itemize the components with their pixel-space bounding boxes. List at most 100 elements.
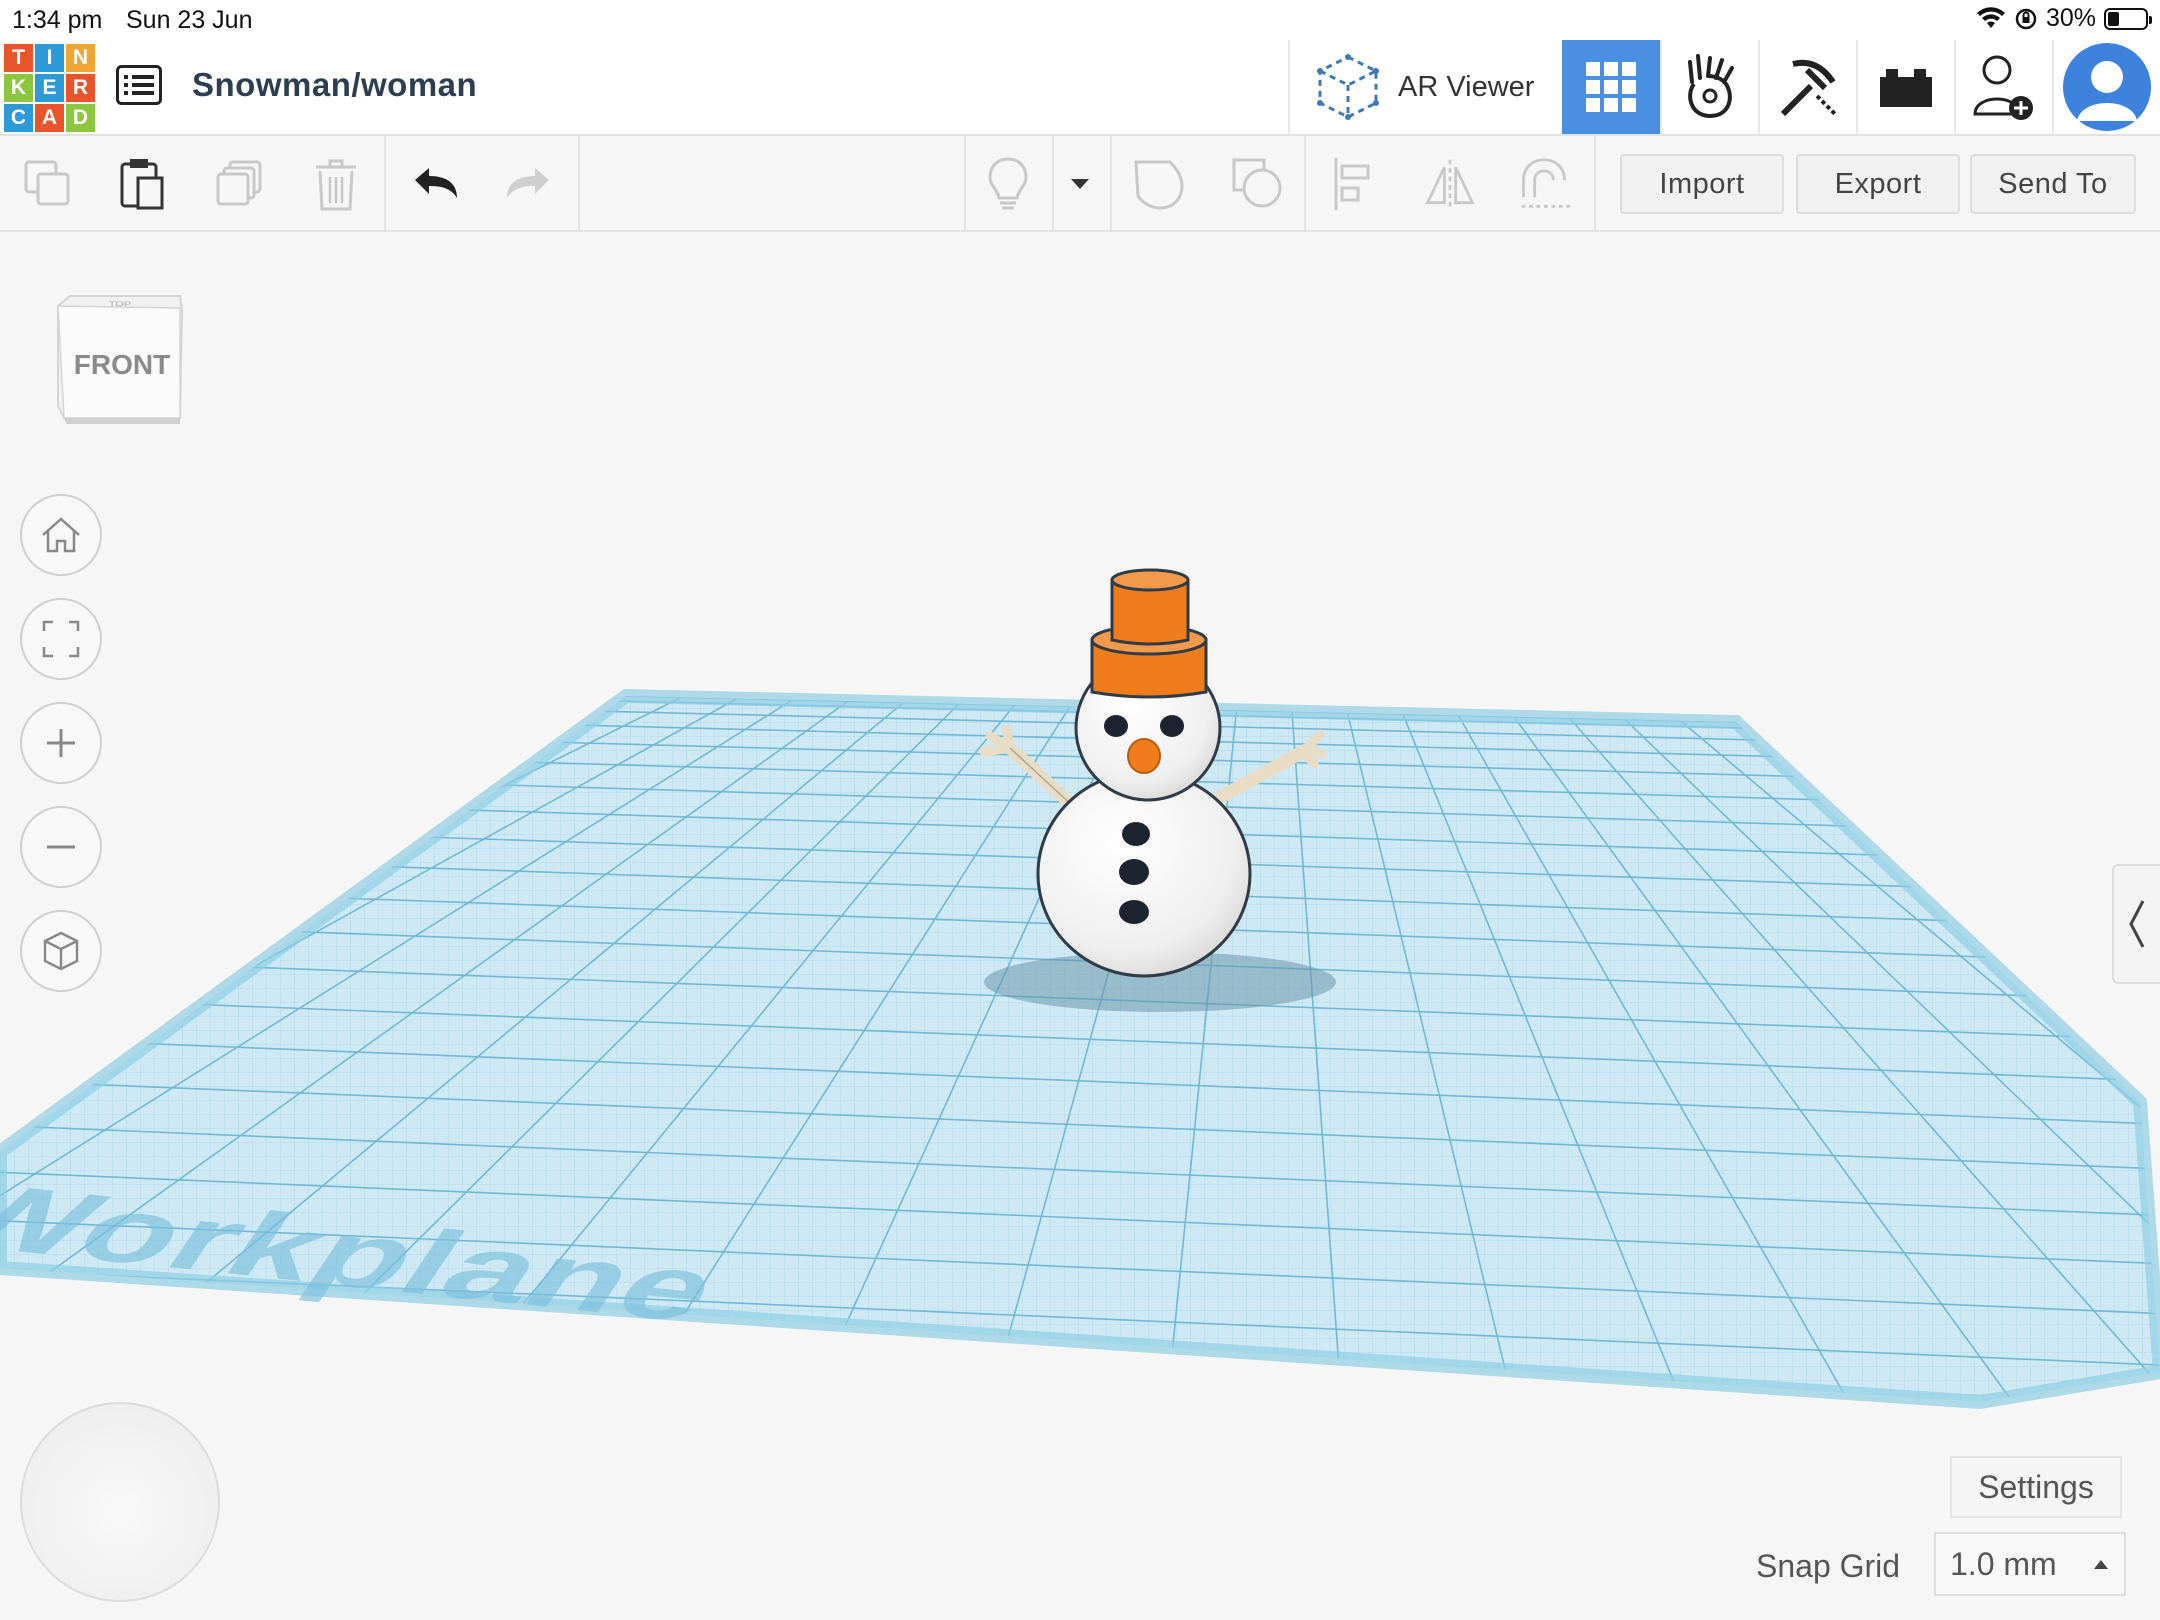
status-date: Sun 23 Jun (126, 6, 253, 34)
view-cube[interactable]: TOP FRONT (54, 294, 186, 426)
home-icon (42, 517, 80, 553)
header-divider (1288, 40, 1290, 134)
status-time: 1:34 pm (12, 6, 103, 34)
snap-grid-label: Snap Grid (1756, 1548, 1901, 1584)
cruise-magnet-button[interactable] (1516, 156, 1572, 212)
logo-letter: E (35, 74, 64, 102)
workplane-canvas[interactable]: Workplane (0, 232, 2160, 1620)
status-bar: 1:34 pm Sun 23 Jun 30% (0, 0, 2160, 40)
design-list-button[interactable] (112, 58, 166, 112)
toolbar-separator (578, 136, 580, 230)
battery-percent: 30% (2045, 4, 2096, 32)
redo-icon (507, 168, 549, 198)
wifi-icon (1976, 6, 2005, 28)
orbit-joystick[interactable] (20, 1402, 220, 1602)
battery-icon (2104, 7, 2152, 30)
chevron-left-icon (2129, 900, 2145, 948)
home-view-button[interactable] (20, 494, 102, 576)
shapes-panel-toggle[interactable] (2112, 864, 2160, 984)
paste-button[interactable] (114, 156, 170, 212)
design-title[interactable]: Snowman/woman (192, 66, 477, 104)
delete-button[interactable] (308, 156, 364, 212)
export-button[interactable]: Export (1796, 154, 1960, 214)
undo-icon (415, 168, 457, 198)
copy-icon (24, 160, 70, 206)
snowman-eye (1160, 715, 1184, 737)
mirror-button[interactable] (1422, 156, 1478, 212)
logo-letter: T (4, 44, 33, 72)
import-button[interactable]: Import (1620, 154, 1784, 214)
app-header: TIN KER CAD Snowman/woman AR Viewer (0, 40, 2160, 136)
fit-view-button[interactable] (20, 598, 102, 680)
caret-up-icon (2094, 1560, 2108, 1569)
duplicate-button[interactable] (212, 156, 268, 212)
workplane-grid (0, 696, 2160, 1402)
zoom-in-button[interactable] (20, 702, 102, 784)
design-list-icon (116, 65, 162, 105)
perspective-toggle-button[interactable] (20, 910, 102, 992)
avatar-icon (2063, 43, 2151, 131)
fit-view-icon (42, 620, 80, 658)
logo-letter: C (4, 104, 33, 132)
minecraft-pickaxe-icon (1780, 59, 1837, 117)
group-button[interactable] (1132, 156, 1188, 212)
profile-button[interactable] (2052, 40, 2160, 134)
snowman-hat (1090, 568, 1208, 699)
align-icon (1334, 158, 1370, 210)
snowman-button (1119, 900, 1149, 924)
visibility-dropdown[interactable] (1052, 156, 1108, 212)
chevron-down-icon (1071, 179, 1089, 189)
status-right: 30% (1976, 4, 2152, 33)
logo-letter: R (66, 74, 95, 102)
zoom-out-icon (47, 845, 75, 849)
edit-toolbar: Import Export Send To (0, 136, 2160, 232)
magnet-icon (1521, 158, 1571, 208)
perspective-icon (43, 931, 79, 971)
settings-button[interactable]: Settings (1950, 1456, 2122, 1518)
logo-letter: K (4, 74, 33, 102)
mirror-icon (1425, 159, 1475, 209)
paste-icon (120, 159, 164, 210)
snap-grid-select[interactable]: 1.0 mm (1934, 1532, 2126, 1596)
lego-bricks-button[interactable] (1856, 40, 1954, 134)
snap-grid-value: 1.0 mm (1950, 1545, 2057, 1582)
lightbulb-icon (988, 157, 1028, 210)
snowman-button (1119, 859, 1149, 885)
copy-button[interactable] (20, 156, 76, 212)
invite-user-button[interactable] (1954, 40, 2052, 134)
undo-button[interactable] (408, 156, 464, 212)
align-button[interactable] (1326, 156, 1382, 212)
snowman-nose (1127, 738, 1161, 774)
logo-letter: D (66, 104, 95, 132)
codeblocks-button[interactable] (1660, 40, 1758, 134)
snowman-button (1122, 822, 1150, 846)
duplicate-icon (216, 160, 262, 206)
view-cube-front-label[interactable]: FRONT (74, 349, 170, 380)
ar-viewer-label: AR Viewer (1398, 70, 1535, 103)
group-icon (1134, 160, 1184, 210)
snowman-eye (1104, 715, 1128, 737)
3d-design-view-button[interactable] (1562, 40, 1660, 134)
zoom-out-button[interactable] (20, 806, 102, 888)
minecraft-button[interactable] (1758, 40, 1856, 134)
send-to-button[interactable]: Send To (1970, 154, 2136, 214)
redo-button[interactable] (500, 156, 556, 212)
toolbar-separator (384, 136, 386, 230)
orientation-lock-icon (2015, 8, 2037, 29)
lego-brick-icon (1880, 69, 1932, 107)
3d-workspace[interactable]: Workplane TOP FRONT Settings Snap Grid 1… (0, 232, 2160, 1620)
logo-letter: I (35, 44, 64, 72)
toolbar-separator (1304, 136, 1306, 230)
ungroup-icon (1232, 158, 1282, 208)
toolbar-separator (1110, 136, 1112, 230)
ungroup-button[interactable] (1230, 156, 1286, 212)
tinkercad-logo[interactable]: TIN KER CAD (4, 44, 95, 132)
view-cube-top-label[interactable]: TOP (109, 300, 131, 307)
toolbar-separator (964, 136, 966, 230)
zoom-in-icon (47, 729, 75, 757)
show-all-button[interactable] (980, 156, 1036, 212)
battery-fill (2108, 11, 2119, 26)
codeblocks-icon (1688, 54, 1734, 119)
ar-viewer-button[interactable]: AR Viewer (1316, 52, 1534, 122)
logo-letter: A (35, 104, 64, 132)
